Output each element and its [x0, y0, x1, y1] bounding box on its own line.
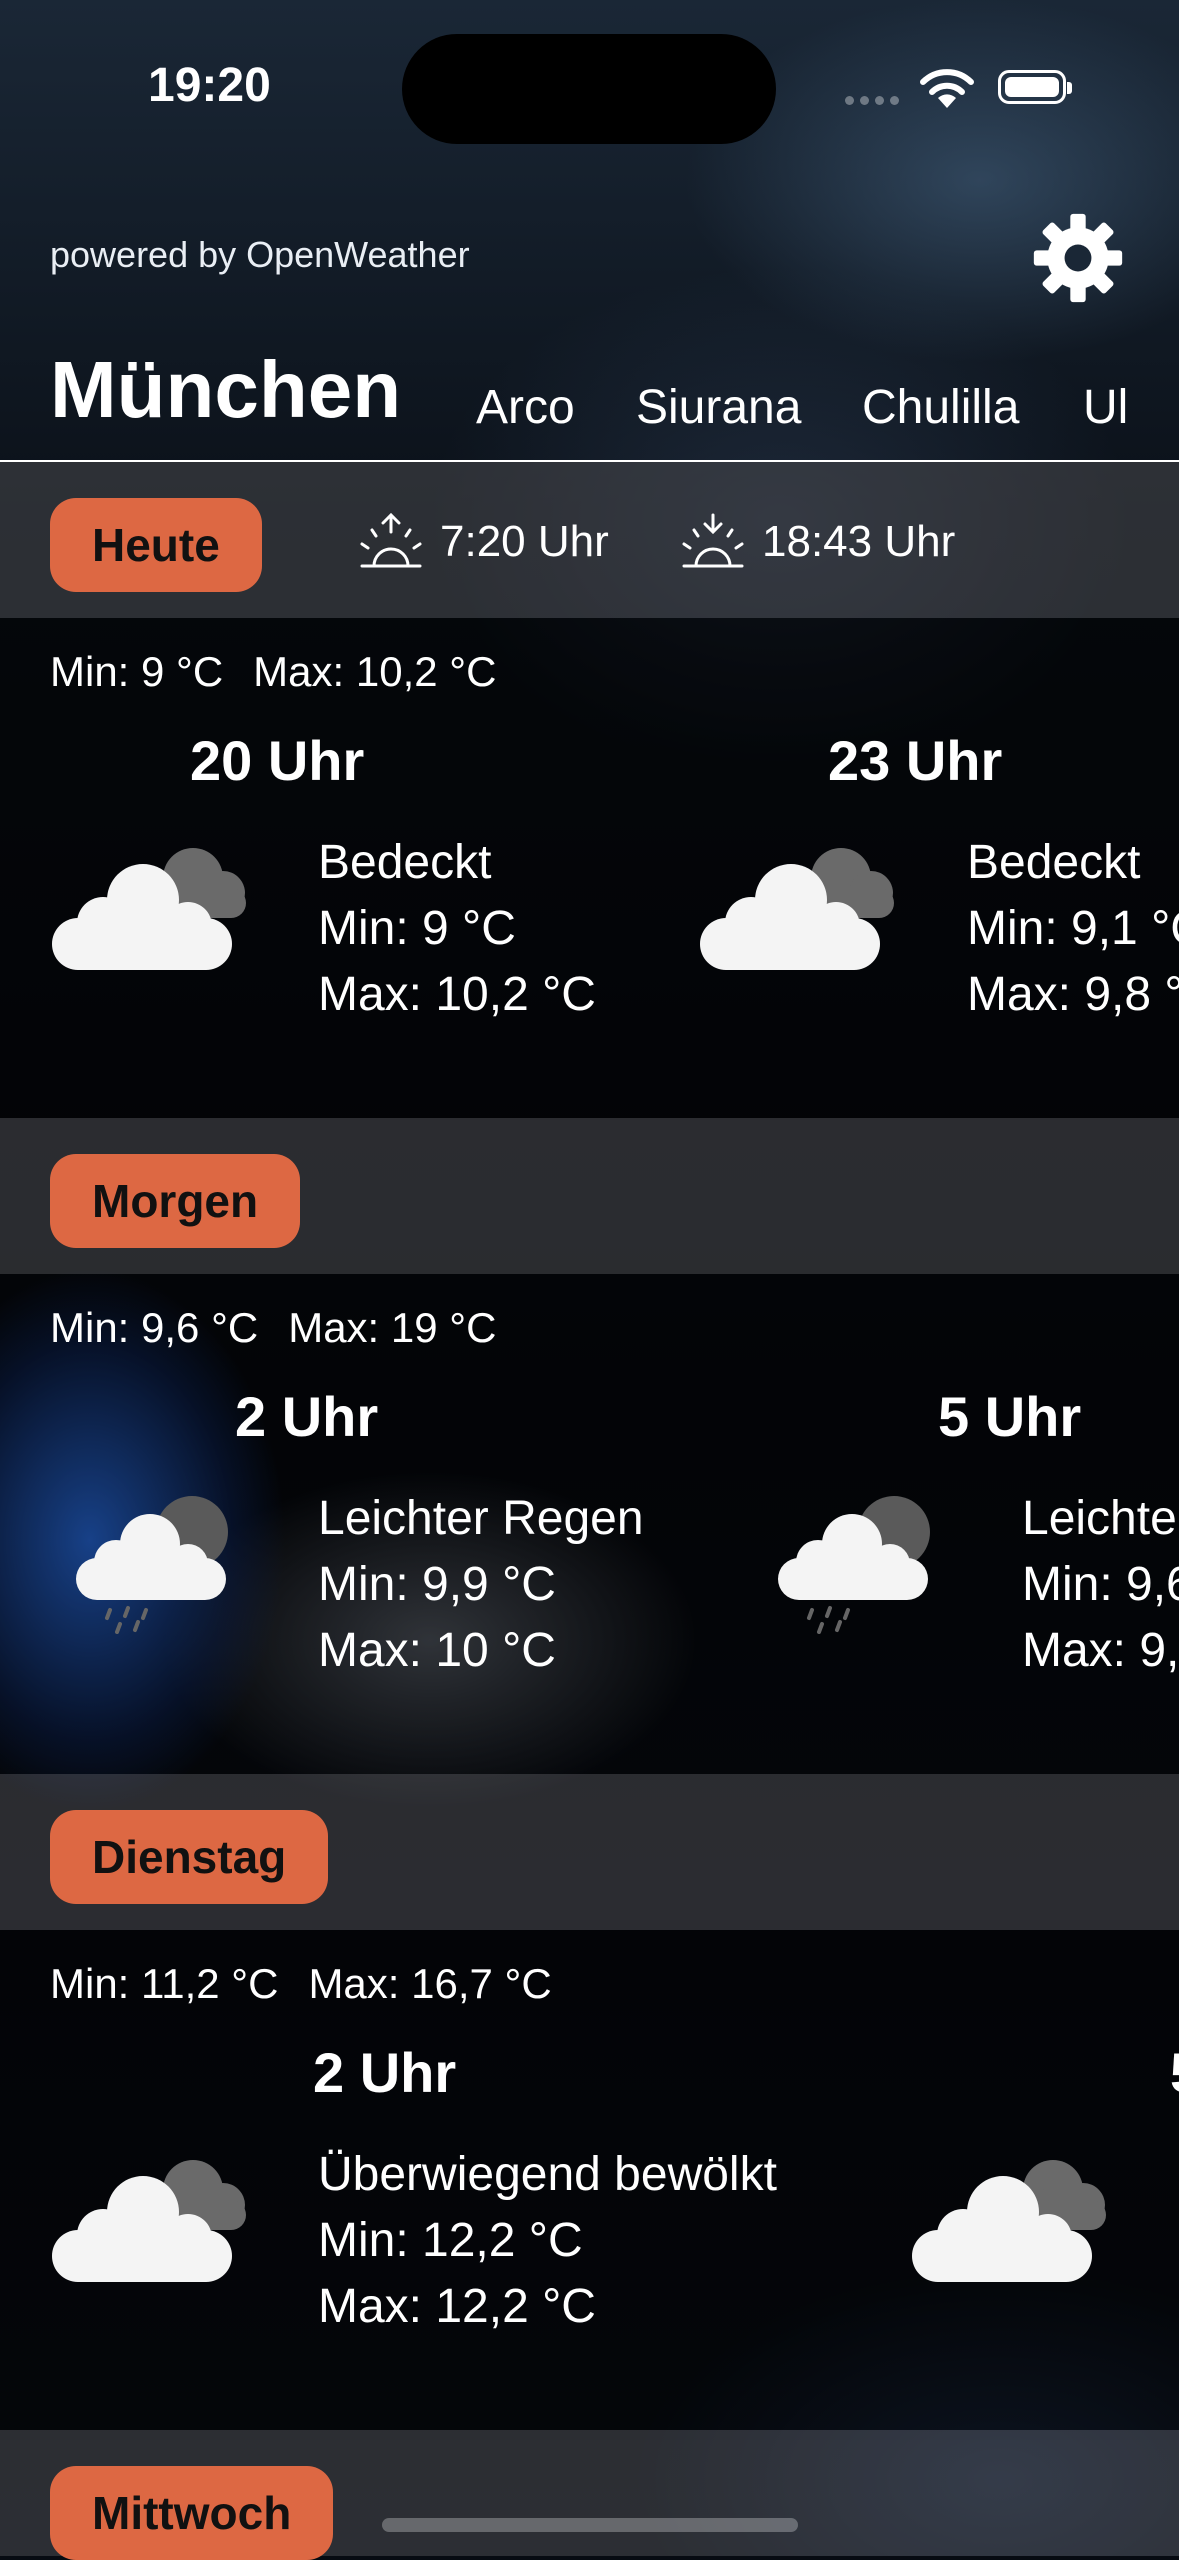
city-tab-ul[interactable]: Ul — [1083, 380, 1128, 435]
slot-hour: 5 Uhr — [938, 1385, 1082, 1448]
day-label-pill[interactable]: Dienstag — [50, 1810, 329, 1904]
sunrise-time: 7:20 Uhr — [440, 517, 609, 566]
city-tab-siurana[interactable]: Siurana — [636, 380, 801, 435]
slot-max: Max: 10,2 °C — [318, 968, 596, 1021]
header-divider — [0, 460, 1179, 462]
slot-min: Min: 12,2 °C — [318, 2214, 583, 2267]
slot-details: Bedeckt Min: 9 °C Max: 10,2 °C — [318, 830, 596, 1028]
sunrise-info: 7:20 Uhr — [358, 512, 609, 572]
slot-max: Max: 10 °C — [318, 1624, 556, 1677]
hour-slot: 5 Uhr Leichter Regen Min: 9,6 °C Max: 9,… — [702, 1274, 1179, 1774]
day-header-today: Heute 7:20 Uhr 18:43 Uhr — [0, 462, 1179, 618]
slot-description: Bedeckt — [318, 836, 492, 889]
slot-min: Min: 9,1 °C — [967, 902, 1179, 955]
slot-hour: 23 Uhr — [828, 729, 1003, 792]
cloudy-icon — [48, 828, 258, 983]
cellular-signal-icon — [845, 96, 899, 105]
slot-description: Bedeckt — [967, 836, 1141, 889]
slot-description: Überwiegend bewölkt — [318, 2148, 777, 2201]
hour-slot: 20 Uhr Bedeckt Min: 9 °C Max: 10,2 °C — [0, 618, 700, 1118]
slot-min: Min: 9 °C — [318, 902, 516, 955]
day-label-pill[interactable]: Mittwoch — [50, 2466, 334, 2560]
slot-description: Leichter Regen — [1022, 1492, 1179, 1545]
slot-details: Leichter Regen Min: 9,6 °C Max: 9,8 °C — [1022, 1486, 1179, 1684]
sunrise-icon — [360, 512, 422, 568]
slot-hour: 2 Uhr — [313, 2041, 457, 2104]
day-body-today: Min: 9 °C Max: 10,2 °C 20 Uhr Bedeckt Min… — [0, 618, 1179, 1118]
slot-hour: 2 Uhr — [235, 1385, 379, 1448]
app-header: powered by OpenWeather München Arco Siur… — [0, 170, 1179, 462]
slot-details: Leichter Regen Min: 9,9 °C Max: 10 °C — [318, 1486, 644, 1684]
day-label-pill[interactable]: Morgen — [50, 1154, 301, 1248]
slot-hour: 20 Uhr — [190, 729, 365, 792]
hour-slot: 2 Uhr Überwiegend bewölkt Min: 12,2 °C M… — [0, 1930, 777, 2430]
day-body-tomorrow: Min: 9,6 °C Max: 19 °C 2 Uhr Leichter Reg… — [0, 1274, 1179, 1774]
day-label-pill[interactable]: Heute — [50, 498, 262, 592]
battery-icon — [998, 70, 1072, 104]
slot-details: Überwiegend bewölkt Min: 12,2 °C Max: 12… — [318, 2142, 777, 2340]
dynamic-island — [402, 34, 776, 144]
day-header-tuesday: Dienstag — [0, 1774, 1179, 1930]
sunset-info: 18:43 Uhr — [680, 512, 955, 572]
city-tab-chulilla[interactable]: Chulilla — [862, 380, 1019, 435]
slot-hour: 5 Uhr — [1170, 2040, 1179, 2105]
light-rain-icon — [772, 1484, 942, 1639]
status-time: 19:20 — [148, 59, 271, 112]
hour-slot: 5 Uhr — [860, 1930, 1179, 2430]
city-tab-arco[interactable]: Arco — [476, 380, 575, 435]
cloudy-icon — [908, 2140, 1118, 2295]
wifi-icon — [920, 69, 974, 108]
slot-details: Bedeckt Min: 9,1 °C Max: 9,8 °C — [967, 830, 1179, 1028]
slot-min: Min: 9,6 °C — [1022, 1558, 1179, 1611]
powered-by-label: powered by OpenWeather — [50, 234, 470, 275]
day-header-tomorrow: Morgen — [0, 1118, 1179, 1274]
slot-max: Max: 9,8 °C — [967, 968, 1179, 1021]
sunset-icon — [682, 513, 744, 568]
slot-max: Max: 12,2 °C — [318, 2280, 596, 2333]
cloudy-icon — [48, 2140, 258, 2295]
light-rain-icon — [70, 1484, 240, 1639]
cloudy-icon — [696, 828, 906, 983]
slot-min: Min: 9,9 °C — [318, 1558, 556, 1611]
slot-max: Max: 9,8 °C — [1022, 1624, 1179, 1677]
day-header-wednesday: Mittwoch — [0, 2430, 1179, 2560]
city-tabs: München Arco Siurana Chulilla Ul — [0, 330, 1179, 452]
slot-description: Leichter Regen — [318, 1492, 644, 1545]
day-body-tuesday: Min: 11,2 °C Max: 16,7 °C 2 Uhr Überwiege… — [0, 1930, 1179, 2430]
home-indicator[interactable] — [382, 2518, 798, 2532]
sunset-time: 18:43 Uhr — [762, 517, 956, 566]
city-tab-current[interactable]: München — [50, 344, 401, 436]
hour-slot: 2 Uhr Leichter Regen Min: 9,9 °C Max: 10… — [0, 1274, 700, 1774]
hour-slot: 23 Uhr Bedeckt Min: 9,1 °C Max: 9,8 °C — [648, 618, 1179, 1118]
status-bar: 19:20 — [0, 0, 1179, 170]
